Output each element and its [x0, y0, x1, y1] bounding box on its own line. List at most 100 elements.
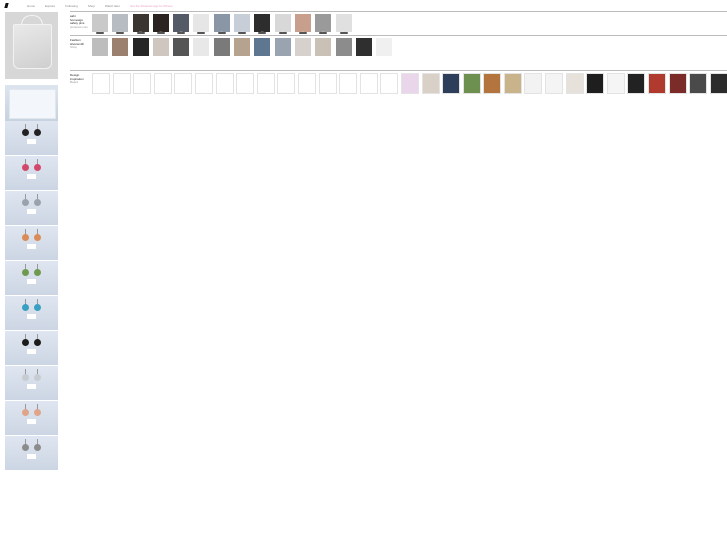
- pin-thumbnail[interactable]: [606, 73, 625, 94]
- pin-earrings-green[interactable]: [5, 261, 58, 296]
- pin-thumbnail[interactable]: [294, 14, 311, 32]
- pin-card[interactable]: [152, 38, 172, 57]
- pin-card[interactable]: [318, 73, 338, 95]
- pin-card[interactable]: [421, 73, 441, 95]
- pin-card[interactable]: [153, 73, 173, 95]
- pin-card[interactable]: [545, 73, 564, 95]
- pin-card[interactable]: [709, 73, 727, 95]
- pin-thumbnail[interactable]: [315, 14, 332, 32]
- pin-thumbnail[interactable]: [173, 14, 190, 32]
- save-button[interactable]: Save: [156, 32, 165, 34]
- pin-thumbnail[interactable]: [442, 73, 461, 94]
- pin-card[interactable]: Save: [213, 14, 233, 34]
- pin-thumbnail[interactable]: [335, 14, 352, 32]
- pin-thumbnail[interactable]: [565, 73, 584, 94]
- pin-card[interactable]: [400, 73, 420, 95]
- pin-thumbnail[interactable]: [294, 38, 311, 56]
- pin-thumbnail[interactable]: [355, 38, 372, 56]
- pin-thumbnail[interactable]: [256, 73, 275, 94]
- pin-thumbnail[interactable]: [277, 73, 296, 94]
- pin-thumbnail[interactable]: [376, 38, 393, 56]
- pin-thumbnail[interactable]: [132, 14, 149, 32]
- pin-card[interactable]: Save: [132, 14, 152, 34]
- pin-earrings-clear[interactable]: [5, 366, 58, 401]
- pin-card[interactable]: [112, 38, 131, 57]
- pin-card[interactable]: [256, 73, 276, 95]
- pin-card[interactable]: [689, 73, 708, 95]
- pin-shoebox[interactable]: [5, 85, 58, 121]
- nav-link[interactable]: Explore: [45, 4, 55, 8]
- pin-card[interactable]: [483, 73, 502, 95]
- pin-thumbnail[interactable]: [193, 14, 210, 32]
- pin-thumbnail[interactable]: [400, 73, 419, 94]
- pin-card[interactable]: [236, 73, 255, 95]
- pin-thumbnail[interactable]: [380, 73, 399, 94]
- nav-link[interactable]: Get the Pinterest app for iPhone: [130, 4, 173, 8]
- pin-thumbnail[interactable]: [152, 38, 169, 56]
- pin-card[interactable]: Save: [234, 14, 253, 34]
- pin-earrings-grey[interactable]: [5, 191, 58, 226]
- save-button[interactable]: Save: [217, 32, 226, 34]
- pin-thumbnail[interactable]: [627, 73, 646, 94]
- pin-thumbnail[interactable]: [153, 73, 172, 94]
- pin-thumbnail[interactable]: [359, 73, 378, 94]
- pin-card[interactable]: Save: [92, 14, 111, 34]
- pin-thumbnail[interactable]: [274, 14, 291, 32]
- pin-earrings-black[interactable]: [5, 121, 58, 156]
- pin-card[interactable]: [380, 73, 399, 95]
- pin-card[interactable]: Save: [112, 14, 131, 34]
- pin-thumbnail[interactable]: [274, 38, 291, 56]
- pin-thumbnail[interactable]: [335, 38, 352, 56]
- pin-card[interactable]: [335, 38, 355, 57]
- pin-card[interactable]: [315, 38, 334, 57]
- pin-thumbnail[interactable]: [92, 73, 110, 94]
- pin-thumbnail[interactable]: [483, 73, 502, 94]
- pin-thumbnail[interactable]: [213, 14, 230, 32]
- pin-card[interactable]: Save: [254, 14, 273, 34]
- save-button[interactable]: Save: [96, 32, 104, 34]
- nav-link[interactable]: Following: [65, 4, 78, 8]
- save-button[interactable]: Save: [339, 32, 348, 34]
- pin-thumbnail[interactable]: [215, 73, 234, 94]
- pin-thumbnail[interactable]: [174, 73, 193, 94]
- pin-card[interactable]: Save: [152, 14, 172, 34]
- pin-thumbnail[interactable]: [92, 38, 108, 56]
- pin-card[interactable]: [442, 73, 461, 95]
- pin-card[interactable]: [173, 38, 192, 57]
- pin-card[interactable]: [92, 73, 111, 95]
- pin-card[interactable]: [586, 73, 605, 95]
- pin-card[interactable]: [133, 73, 152, 95]
- pin-thumbnail[interactable]: [689, 73, 708, 94]
- nav-link[interactable]: Watch later: [105, 4, 120, 8]
- pin-card[interactable]: [132, 38, 152, 57]
- pin-card[interactable]: [339, 73, 358, 95]
- pin-thumbnail[interactable]: [132, 38, 149, 56]
- pin-thumbnail[interactable]: [234, 38, 251, 56]
- pin-thumbnail[interactable]: [112, 38, 129, 56]
- pin-card[interactable]: [606, 73, 626, 95]
- pin-thumbnail[interactable]: [254, 38, 271, 56]
- pin-thumbnail[interactable]: [315, 38, 332, 56]
- pin-thumbnail[interactable]: [236, 73, 255, 94]
- pin-card[interactable]: [174, 73, 193, 95]
- pin-thumbnail[interactable]: [133, 73, 152, 94]
- pin-card[interactable]: Save: [274, 14, 294, 34]
- pin-card[interactable]: [112, 73, 132, 95]
- pin-card[interactable]: [462, 73, 482, 95]
- pin-card[interactable]: Save: [193, 14, 212, 34]
- nav-link[interactable]: Home: [27, 4, 35, 8]
- pin-card[interactable]: [234, 38, 253, 57]
- save-button[interactable]: Save: [298, 32, 307, 34]
- pin-card[interactable]: [376, 38, 395, 57]
- pin-thumbnail[interactable]: [668, 73, 687, 94]
- pin-thumbnail[interactable]: [545, 73, 564, 94]
- pin-tote-bag[interactable]: [5, 12, 58, 79]
- pin-thumbnail[interactable]: [462, 73, 481, 94]
- pin-card[interactable]: Save: [173, 14, 192, 34]
- pin-thumbnail[interactable]: [709, 73, 727, 94]
- pin-card[interactable]: [648, 73, 667, 95]
- pin-thumbnail[interactable]: [173, 38, 190, 56]
- pin-thumbnail[interactable]: [193, 38, 210, 56]
- pin-card[interactable]: [213, 38, 233, 57]
- pin-card[interactable]: Save: [335, 14, 355, 34]
